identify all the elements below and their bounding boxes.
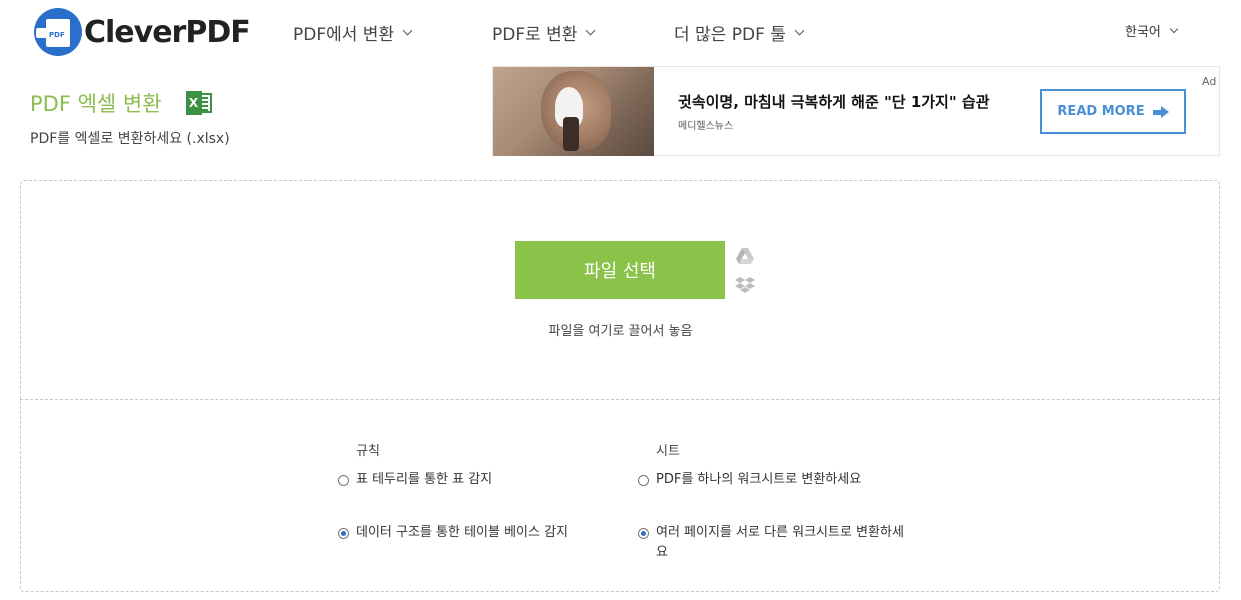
chevron-down-icon xyxy=(402,25,413,36)
choose-file-button[interactable]: 파일 선택 xyxy=(515,241,725,299)
ad-banner[interactable]: 귓속이명, 마침내 극복하게 해준 "단 1가지" 습관 메디헬스뉴스 READ… xyxy=(492,66,1220,156)
radio-button-selected[interactable] xyxy=(338,528,349,539)
nav-label: PDF에서 변환 xyxy=(293,25,395,45)
cleverpdf-logo-icon: PDF xyxy=(34,8,82,56)
option-label: 데이터 구조를 통한 테이블 베이스 감지 xyxy=(356,525,569,540)
chevron-down-icon xyxy=(1169,24,1179,33)
nav-more-tools[interactable]: 더 많은 PDF 툴 xyxy=(674,20,805,45)
google-drive-icon[interactable] xyxy=(735,247,755,265)
nav-label: 더 많은 PDF 툴 xyxy=(674,25,786,45)
options-divider xyxy=(20,399,1220,400)
excel-icon: X xyxy=(185,91,212,115)
radio-button[interactable] xyxy=(638,475,649,486)
rules-heading: 규칙 xyxy=(356,444,380,459)
radio-button[interactable] xyxy=(338,475,349,486)
sheet-option-single[interactable]: PDF를 하나의 워크시트로 변환하세요 xyxy=(638,470,861,490)
radio-button-selected[interactable] xyxy=(638,528,649,539)
ad-button-label: READ MORE xyxy=(1057,104,1145,119)
page-subtitle: PDF를 엑셀로 변환하세요 (.xlsx) xyxy=(30,131,230,147)
page-title-row: PDF 엑셀 변환 X xyxy=(30,88,212,118)
option-label: 표 테두리를 통한 표 감지 xyxy=(356,472,493,487)
sheets-heading: 시트 xyxy=(656,444,680,459)
nav-pdf-to[interactable]: PDF로 변환 xyxy=(492,20,596,45)
nav-label: PDF로 변환 xyxy=(492,25,578,45)
option-label: 여러 페이지를 서로 다른 워크시트로 변환하세요 xyxy=(656,525,904,560)
ad-headline[interactable]: 귓속이명, 마침내 극복하게 해준 "단 1가지" 습관 xyxy=(678,91,990,112)
page-title: PDF 엑셀 변환 xyxy=(30,92,162,116)
chevron-down-icon xyxy=(586,25,596,36)
ad-image[interactable] xyxy=(493,67,654,156)
nav-pdf-from[interactable]: PDF에서 변환 xyxy=(293,20,413,45)
rule-option-border-detect[interactable]: 표 테두리를 통한 표 감지 xyxy=(338,470,492,490)
arrow-right-icon xyxy=(1152,105,1169,118)
language-label: 한국어 xyxy=(1125,25,1161,40)
dropbox-icon[interactable] xyxy=(735,276,755,294)
drop-hint: 파일을 여기로 끌어서 놓음 xyxy=(548,324,693,339)
language-selector[interactable]: 한국어 xyxy=(1125,21,1179,40)
ad-read-more-button[interactable]: READ MORE xyxy=(1040,89,1186,134)
ad-label: Ad xyxy=(1202,75,1217,88)
rule-option-structure-detect[interactable]: 데이터 구조를 통한 테이블 베이스 감지 xyxy=(338,523,568,543)
option-label: PDF를 하나의 워크시트로 변환하세요 xyxy=(656,472,862,487)
ad-source: 메디헬스뉴스 xyxy=(678,121,734,132)
logo-text: CleverPDF xyxy=(84,14,251,50)
sheet-option-multiple[interactable]: 여러 페이지를 서로 다른 워크시트로 변환하세요 xyxy=(638,523,908,563)
chevron-down-icon xyxy=(794,25,805,36)
logo[interactable]: PDF CleverPDF xyxy=(34,8,251,56)
